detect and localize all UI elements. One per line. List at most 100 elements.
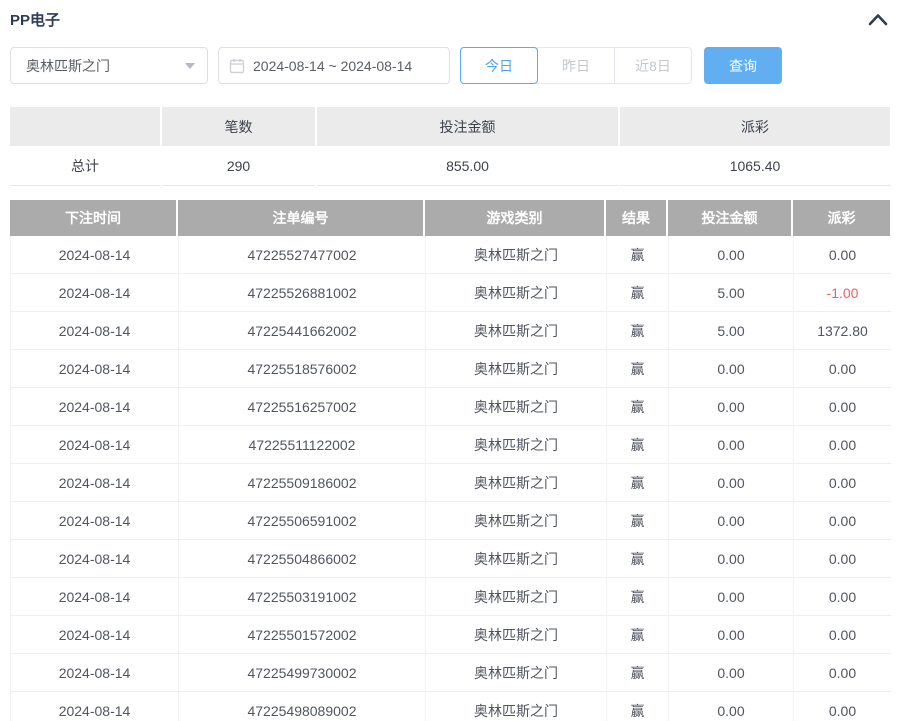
bet-date: 2024-08-14 bbox=[11, 464, 179, 502]
date-range-input[interactable]: 2024-08-14 ~ 2024-08-14 bbox=[218, 47, 450, 84]
table-row: 2024-08-14 47225504866002 奥林匹斯之门 赢 0.00 … bbox=[11, 540, 889, 578]
game-name: 奥林匹斯之门 bbox=[426, 388, 607, 426]
game-name: 奥林匹斯之门 bbox=[426, 236, 607, 274]
bet-date: 2024-08-14 bbox=[11, 350, 179, 388]
collapse-button[interactable] bbox=[866, 11, 890, 28]
table-row: 2024-08-14 47225511122002 奥林匹斯之门 赢 0.00 … bbox=[11, 426, 889, 464]
bet-result: 赢 bbox=[607, 274, 669, 312]
summary-header-bet-amount: 投注金额 bbox=[317, 107, 618, 146]
bet-date: 2024-08-14 bbox=[11, 692, 179, 721]
game-name: 奥林匹斯之门 bbox=[426, 350, 607, 388]
table-row: 2024-08-14 47225518576002 奥林匹斯之门 赢 0.00 … bbox=[11, 350, 889, 388]
bet-payout: 0.00 bbox=[794, 540, 891, 578]
bet-payout: 0.00 bbox=[794, 350, 891, 388]
bet-date: 2024-08-14 bbox=[11, 578, 179, 616]
bet-amount: 0.00 bbox=[669, 616, 794, 654]
bet-amount: 0.00 bbox=[669, 236, 794, 274]
chevron-up-icon bbox=[868, 13, 888, 26]
bet-result: 赢 bbox=[607, 464, 669, 502]
table-row: 2024-08-14 47225499730002 奥林匹斯之门 赢 0.00 … bbox=[11, 654, 889, 692]
game-select[interactable]: 奥林匹斯之门 bbox=[10, 47, 208, 84]
bet-result: 赢 bbox=[607, 236, 669, 274]
game-name: 奥林匹斯之门 bbox=[426, 616, 607, 654]
bet-payout: 0.00 bbox=[794, 464, 891, 502]
bet-result: 赢 bbox=[607, 616, 669, 654]
bet-result: 赢 bbox=[607, 388, 669, 426]
calendar-icon bbox=[229, 58, 245, 74]
game-select-value: 奥林匹斯之门 bbox=[26, 56, 110, 76]
bet-id: 47225518576002 bbox=[179, 350, 426, 388]
summary-total-payout: 1065.40 bbox=[620, 146, 890, 186]
bet-date: 2024-08-14 bbox=[11, 654, 179, 692]
bet-id: 47225509186002 bbox=[179, 464, 426, 502]
summary-header-payout: 派彩 bbox=[620, 107, 890, 146]
table-row: 2024-08-14 47225506591002 奥林匹斯之门 赢 0.00 … bbox=[11, 502, 889, 540]
bet-id: 47225516257002 bbox=[179, 388, 426, 426]
bet-payout: 0.00 bbox=[794, 692, 891, 721]
game-name: 奥林匹斯之门 bbox=[426, 692, 607, 721]
bet-payout: 0.00 bbox=[794, 388, 891, 426]
date-range-value: 2024-08-14 ~ 2024-08-14 bbox=[253, 58, 412, 74]
today-button[interactable]: 今日 bbox=[460, 47, 538, 84]
bet-date: 2024-08-14 bbox=[11, 540, 179, 578]
bet-amount: 0.00 bbox=[669, 502, 794, 540]
query-button[interactable]: 查询 bbox=[704, 47, 782, 84]
bet-id: 47225441662002 bbox=[179, 312, 426, 350]
bet-amount: 5.00 bbox=[669, 274, 794, 312]
bet-result: 赢 bbox=[607, 312, 669, 350]
bet-result: 赢 bbox=[607, 540, 669, 578]
game-name: 奥林匹斯之门 bbox=[426, 578, 607, 616]
bet-amount: 0.00 bbox=[669, 578, 794, 616]
bet-amount: 0.00 bbox=[669, 654, 794, 692]
bet-id: 47225504866002 bbox=[179, 540, 426, 578]
col-bet-amount: 投注金额 bbox=[668, 200, 793, 236]
pp-dianzi-panel: PP电子 奥林匹斯之门 2024-08-14 ~ 2024-08-14 bbox=[0, 0, 899, 721]
bets-table: 下注时间 注单编号 游戏类别 结果 投注金额 派彩 2024-08-14 472… bbox=[10, 200, 890, 721]
bet-payout: 0.00 bbox=[794, 578, 891, 616]
bet-date: 2024-08-14 bbox=[11, 274, 179, 312]
bet-amount: 0.00 bbox=[669, 388, 794, 426]
game-name: 奥林匹斯之门 bbox=[426, 502, 607, 540]
bets-table-header: 下注时间 注单编号 游戏类别 结果 投注金额 派彩 bbox=[10, 200, 890, 236]
page-title: PP电子 bbox=[10, 9, 60, 30]
bet-result: 赢 bbox=[607, 692, 669, 721]
bet-payout: -1.00 bbox=[794, 274, 891, 312]
bet-date: 2024-08-14 bbox=[11, 426, 179, 464]
chevron-down-icon bbox=[185, 63, 195, 69]
summary-total-count: 290 bbox=[162, 146, 315, 186]
bet-amount: 0.00 bbox=[669, 426, 794, 464]
table-row: 2024-08-14 47225509186002 奥林匹斯之门 赢 0.00 … bbox=[11, 464, 889, 502]
quick-range-button-group: 今日 昨日 近8日 bbox=[460, 47, 692, 84]
bet-id: 47225501572002 bbox=[179, 616, 426, 654]
summary-total-bet-amount: 855.00 bbox=[317, 146, 618, 186]
yesterday-button[interactable]: 昨日 bbox=[537, 47, 615, 84]
game-name: 奥林匹斯之门 bbox=[426, 654, 607, 692]
bet-date: 2024-08-14 bbox=[11, 236, 179, 274]
bet-date: 2024-08-14 bbox=[11, 616, 179, 654]
summary-total-label: 总计 bbox=[10, 146, 160, 186]
bet-payout: 0.00 bbox=[794, 426, 891, 464]
bet-result: 赢 bbox=[607, 578, 669, 616]
bet-amount: 0.00 bbox=[669, 464, 794, 502]
last-8-days-button[interactable]: 近8日 bbox=[614, 47, 692, 84]
summary-header-row: 笔数 投注金额 派彩 bbox=[10, 107, 890, 146]
bet-amount: 0.00 bbox=[669, 540, 794, 578]
table-row: 2024-08-14 47225501572002 奥林匹斯之门 赢 0.00 … bbox=[11, 616, 889, 654]
bet-payout: 1372.80 bbox=[794, 312, 891, 350]
bet-result: 赢 bbox=[607, 502, 669, 540]
bet-amount: 5.00 bbox=[669, 312, 794, 350]
table-row: 2024-08-14 47225526881002 奥林匹斯之门 赢 5.00 … bbox=[11, 274, 889, 312]
col-bet-id: 注单编号 bbox=[178, 200, 425, 236]
table-row: 2024-08-14 47225503191002 奥林匹斯之门 赢 0.00 … bbox=[11, 578, 889, 616]
bet-payout: 0.00 bbox=[794, 654, 891, 692]
bet-date: 2024-08-14 bbox=[11, 388, 179, 426]
bet-id: 47225526881002 bbox=[179, 274, 426, 312]
panel-header: PP电子 bbox=[10, 8, 890, 30]
game-name: 奥林匹斯之门 bbox=[426, 464, 607, 502]
col-game-category: 游戏类别 bbox=[425, 200, 606, 236]
bet-result: 赢 bbox=[607, 654, 669, 692]
bet-result: 赢 bbox=[607, 426, 669, 464]
summary-header-count: 笔数 bbox=[162, 107, 315, 146]
filter-toolbar: 奥林匹斯之门 2024-08-14 ~ 2024-08-14 今日 昨日 近8日… bbox=[10, 47, 890, 84]
bet-id: 47225527477002 bbox=[179, 236, 426, 274]
